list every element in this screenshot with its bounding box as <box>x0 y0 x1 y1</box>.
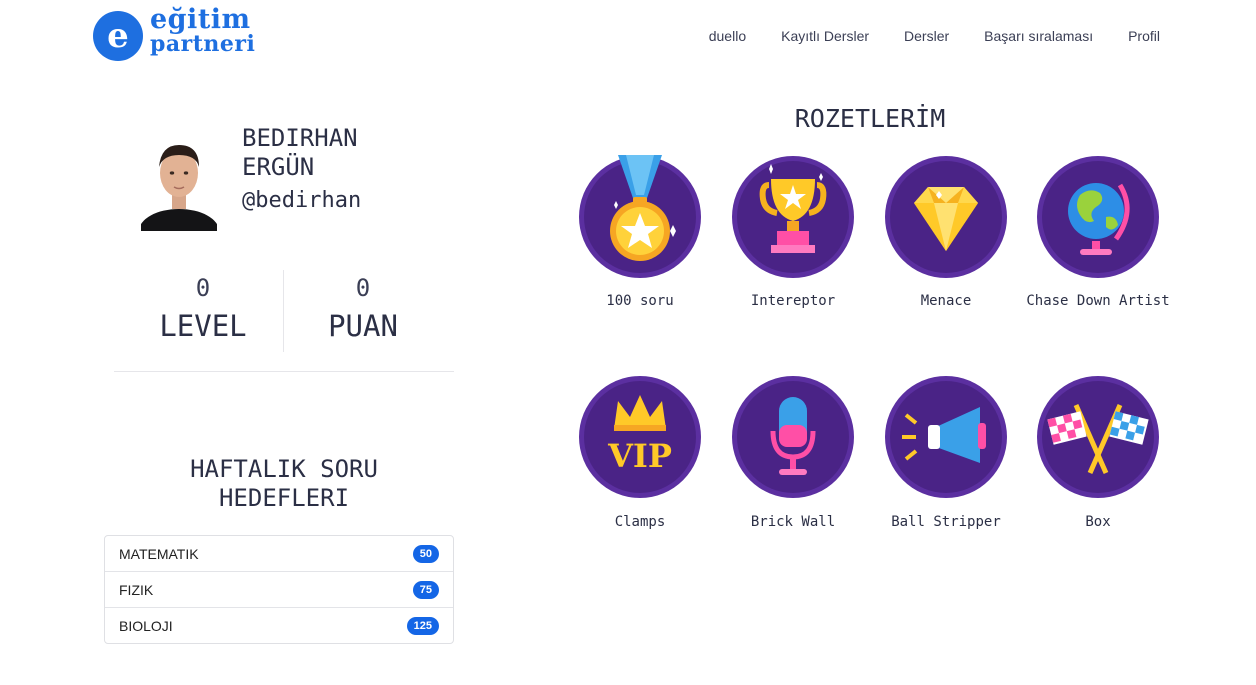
goal-count-badge: 125 <box>406 616 439 635</box>
weekly-goals-list: MATEMATIK 50 FIZIK 75 BIOLOJI 125 <box>104 535 454 644</box>
badge-label: Menace <box>920 293 972 309</box>
badge-label: Chase Down Artist <box>1026 293 1170 309</box>
goal-row-math[interactable]: MATEMATIK 50 <box>105 536 453 571</box>
badge-label: Intereptor <box>750 293 836 309</box>
goal-count-badge: 50 <box>412 544 439 563</box>
profile-name: BEDIRHAN ERGÜN <box>242 124 358 182</box>
microphone-icon[interactable] <box>731 375 855 499</box>
level-label: LEVEL <box>159 309 247 343</box>
goal-subject: MATEMATIK <box>119 545 199 562</box>
star-medal-icon[interactable] <box>578 155 702 279</box>
vip-crown-icon[interactable]: VIP <box>578 375 702 499</box>
badge-label: Brick Wall <box>750 514 836 530</box>
trophy-icon[interactable] <box>731 155 855 279</box>
profile-last-name: ERGÜN <box>242 153 315 181</box>
profile-handle: @bedirhan <box>242 188 362 213</box>
section-divider <box>114 371 454 372</box>
logo-text[interactable]: eğitim partneri <box>150 4 256 57</box>
megaphone-icon[interactable] <box>884 375 1008 499</box>
diamond-icon[interactable] <box>884 155 1008 279</box>
svg-text:e: e <box>107 16 129 56</box>
badge-label: Ball Stripper <box>891 514 1001 530</box>
badge-label: 100 soru <box>606 293 674 309</box>
nav-leaderboard[interactable]: Başarı sıralaması <box>984 28 1093 44</box>
globe-icon[interactable] <box>1036 155 1160 279</box>
nav-duello[interactable]: duello <box>709 28 746 44</box>
weekly-goals-title-line-2: HEDEFLERI <box>218 484 350 512</box>
goal-count-badge: 75 <box>412 580 439 599</box>
goal-subject: BIOLOJI <box>119 617 173 634</box>
badge-label: Clamps <box>614 514 666 530</box>
level-value: 0 <box>195 274 211 302</box>
avatar <box>141 145 217 231</box>
points-label: PUAN <box>328 309 398 343</box>
weekly-goals-title-line-1: HAFTALIK SORU <box>190 455 378 483</box>
nav-courses[interactable]: Dersler <box>904 28 949 44</box>
checkered-flags-icon[interactable] <box>1036 375 1160 499</box>
logo-line-1: eğitim <box>150 4 251 35</box>
logo-mark-icon[interactable]: e <box>93 11 143 61</box>
profile-first-name: BEDIRHAN <box>242 124 358 152</box>
badges-title: ROZETLERİM <box>794 104 946 133</box>
weekly-goals-title: HAFTALIK SORU HEDEFLERI <box>104 455 464 513</box>
badge-label: Box <box>1085 514 1111 530</box>
top-nav: duello Kayıtlı Dersler Dersler Başarı sı… <box>709 28 1160 44</box>
goal-subject: FIZIK <box>119 581 154 598</box>
svg-text:VIP: VIP <box>607 437 672 475</box>
logo-line-2: partneri <box>150 31 256 57</box>
goal-row-biology[interactable]: BIOLOJI 125 <box>105 607 453 643</box>
nav-registered-courses[interactable]: Kayıtlı Dersler <box>781 28 869 44</box>
points-value: 0 <box>355 274 371 302</box>
goal-row-physics[interactable]: FIZIK 75 <box>105 571 453 607</box>
nav-profile[interactable]: Profil <box>1128 28 1160 44</box>
